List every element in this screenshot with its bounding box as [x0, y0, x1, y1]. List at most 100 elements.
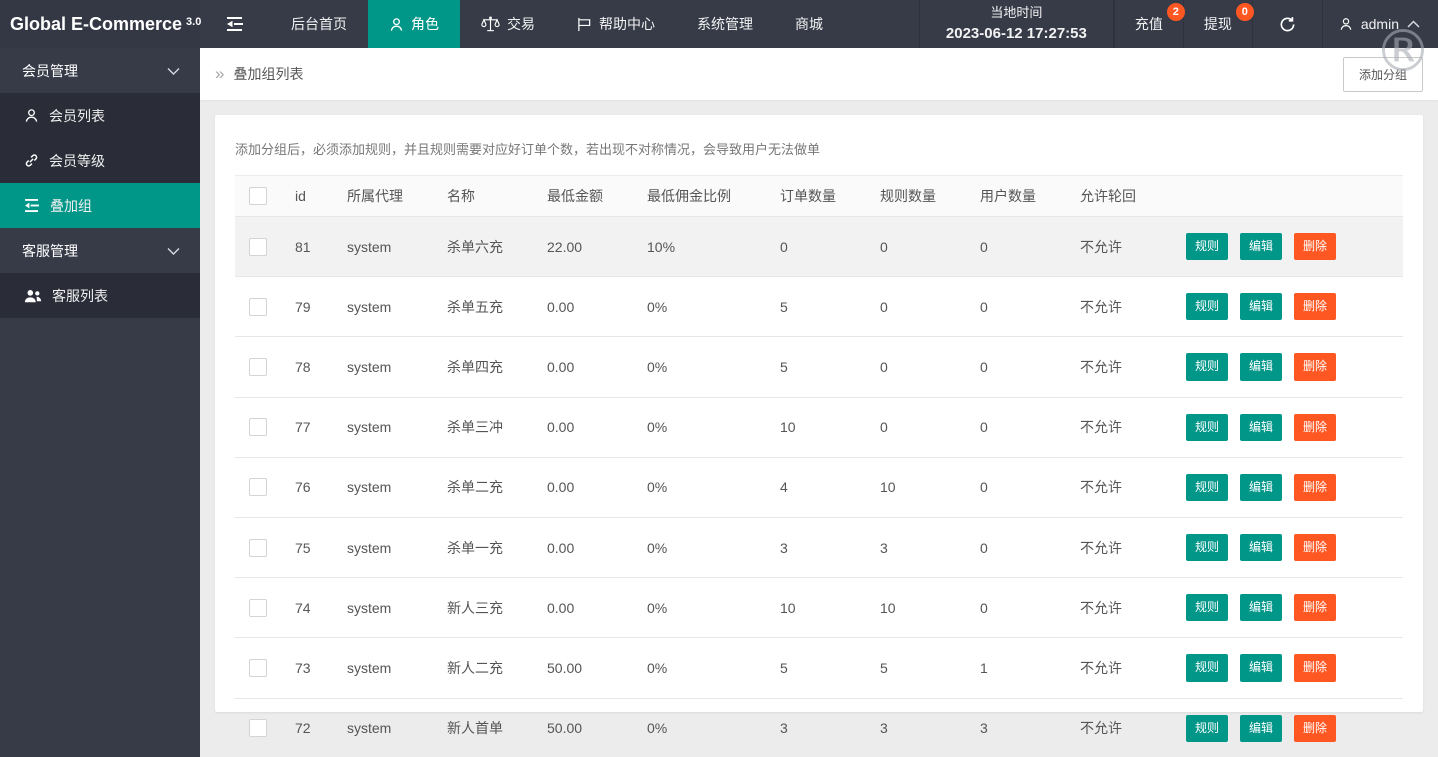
cell-loop: 不允许 — [1070, 397, 1170, 457]
cell-min_commission: 0% — [637, 698, 770, 757]
rule-button[interactable]: 规则 — [1186, 534, 1228, 561]
cell-min_amount: 22.00 — [537, 217, 637, 277]
username: admin — [1361, 16, 1399, 32]
sidebar-item-label: 叠加组 — [50, 196, 92, 216]
link-icon — [24, 153, 39, 168]
rule-button[interactable]: 规则 — [1186, 715, 1228, 742]
delete-button[interactable]: 删除 — [1294, 233, 1336, 260]
row-checkbox[interactable] — [249, 659, 267, 677]
edit-button[interactable]: 编辑 — [1240, 594, 1282, 621]
sidebar-item-user[interactable]: 会员列表 — [0, 93, 200, 138]
cell-min_commission: 0% — [637, 517, 770, 577]
rule-button[interactable]: 规则 — [1186, 654, 1228, 681]
top-navbar: Global E-Commerce 3.0 后台首页 角色 交易 — [0, 0, 1438, 48]
nav-item-system[interactable]: 系统管理 — [676, 0, 774, 48]
add-group-button[interactable]: 添加分组 — [1343, 57, 1423, 92]
sidebar: 会员管理会员列表会员等级叠加组客服管理客服列表 — [0, 48, 200, 757]
sidebar-group-label: 客服管理 — [22, 241, 78, 261]
cell-id: 76 — [285, 457, 337, 517]
row-checkbox[interactable] — [249, 238, 267, 256]
nav-item-role[interactable]: 角色 — [368, 0, 460, 48]
recharge-button[interactable]: 充值 2 — [1114, 0, 1183, 48]
row-checkbox[interactable] — [249, 358, 267, 376]
table-row: 74system新人三充0.000%10100不允许规则编辑删除 — [235, 578, 1403, 638]
delete-button[interactable]: 删除 — [1294, 353, 1336, 380]
withdraw-badge: 0 — [1236, 3, 1254, 21]
rule-button[interactable]: 规则 — [1186, 293, 1228, 320]
menu-toggle-icon — [226, 17, 244, 31]
sidebar-item-users[interactable]: 客服列表 — [0, 273, 200, 318]
cell-rules: 3 — [870, 517, 970, 577]
main-area: » 叠加组列表 添加分组 添加分组后，必须添加规则，并且规则需要对应好订单个数，… — [200, 48, 1438, 757]
select-all-checkbox[interactable] — [249, 187, 267, 205]
delete-button[interactable]: 删除 — [1294, 715, 1336, 742]
sidebar-item-list[interactable]: 叠加组 — [0, 183, 200, 228]
cell-min_commission: 0% — [637, 397, 770, 457]
nav-item-mall[interactable]: 商城 — [774, 0, 844, 48]
table-body: 81system杀单六充22.0010%000不允许规则编辑删除79system… — [235, 217, 1403, 757]
cell-name: 新人首单 — [437, 698, 537, 757]
delete-button[interactable]: 删除 — [1294, 414, 1336, 441]
user-menu[interactable]: admin — [1322, 0, 1438, 48]
cell-id: 72 — [285, 698, 337, 757]
cell-users: 0 — [970, 277, 1070, 337]
sidebar-menu: 会员管理会员列表会员等级叠加组客服管理客服列表 — [0, 48, 200, 318]
rule-button[interactable]: 规则 — [1186, 353, 1228, 380]
edit-button[interactable]: 编辑 — [1240, 233, 1282, 260]
cell-min_amount: 50.00 — [537, 698, 637, 757]
sidebar-group-0[interactable]: 会员管理 — [0, 48, 200, 93]
nav-item-help[interactable]: 帮助中心 — [556, 0, 676, 48]
edit-button[interactable]: 编辑 — [1240, 654, 1282, 681]
cell-users: 0 — [970, 217, 1070, 277]
rule-button[interactable]: 规则 — [1186, 474, 1228, 501]
column-header: 规则数量 — [870, 176, 970, 217]
rule-button[interactable]: 规则 — [1186, 594, 1228, 621]
row-checkbox[interactable] — [249, 298, 267, 316]
delete-button[interactable]: 删除 — [1294, 474, 1336, 501]
users-icon — [24, 289, 42, 303]
sidebar-toggle-button[interactable] — [200, 0, 270, 48]
row-checkbox[interactable] — [249, 539, 267, 557]
hint-text: 添加分组后，必须添加规则，并且规则需要对应好订单个数，若出现不对称情况，会导致用… — [235, 139, 1403, 158]
rule-button[interactable]: 规则 — [1186, 233, 1228, 260]
edit-button[interactable]: 编辑 — [1240, 293, 1282, 320]
column-header: id — [285, 176, 337, 217]
sidebar-group-1[interactable]: 客服管理 — [0, 228, 200, 273]
cell-name: 杀单一充 — [437, 517, 537, 577]
cell-loop: 不允许 — [1070, 457, 1170, 517]
cell-orders: 3 — [770, 517, 870, 577]
refresh-icon — [1279, 16, 1296, 33]
nav-item-home[interactable]: 后台首页 — [270, 0, 368, 48]
edit-button[interactable]: 编辑 — [1240, 474, 1282, 501]
delete-button[interactable]: 删除 — [1294, 534, 1336, 561]
refresh-button[interactable] — [1252, 0, 1322, 48]
edit-button[interactable]: 编辑 — [1240, 715, 1282, 742]
cell-agent: system — [337, 698, 437, 757]
brand-name: Global E-Commerce — [10, 14, 182, 35]
table-row: 75system杀单一充0.000%330不允许规则编辑删除 — [235, 517, 1403, 577]
row-checkbox[interactable] — [249, 478, 267, 496]
sidebar-item-link[interactable]: 会员等级 — [0, 138, 200, 183]
panel: 添加分组后，必须添加规则，并且规则需要对应好订单个数，若出现不对称情况，会导致用… — [215, 115, 1423, 712]
cell-agent: system — [337, 277, 437, 337]
cell-orders: 3 — [770, 698, 870, 757]
column-header: 用户数量 — [970, 176, 1070, 217]
row-checkbox[interactable] — [249, 599, 267, 617]
rule-button[interactable]: 规则 — [1186, 414, 1228, 441]
edit-button[interactable]: 编辑 — [1240, 414, 1282, 441]
delete-button[interactable]: 删除 — [1294, 654, 1336, 681]
delete-button[interactable]: 删除 — [1294, 594, 1336, 621]
withdraw-button[interactable]: 提现 0 — [1183, 0, 1252, 48]
brand-logo: Global E-Commerce 3.0 — [0, 0, 200, 48]
cell-rules: 0 — [870, 397, 970, 457]
row-checkbox[interactable] — [249, 719, 267, 737]
table-row: 77system杀单三冲0.000%1000不允许规则编辑删除 — [235, 397, 1403, 457]
edit-button[interactable]: 编辑 — [1240, 353, 1282, 380]
nav-item-trade[interactable]: 交易 — [460, 0, 556, 48]
edit-button[interactable]: 编辑 — [1240, 534, 1282, 561]
cell-orders: 4 — [770, 457, 870, 517]
delete-button[interactable]: 删除 — [1294, 293, 1336, 320]
cell-min_amount: 0.00 — [537, 457, 637, 517]
row-checkbox[interactable] — [249, 418, 267, 436]
cell-orders: 10 — [770, 397, 870, 457]
